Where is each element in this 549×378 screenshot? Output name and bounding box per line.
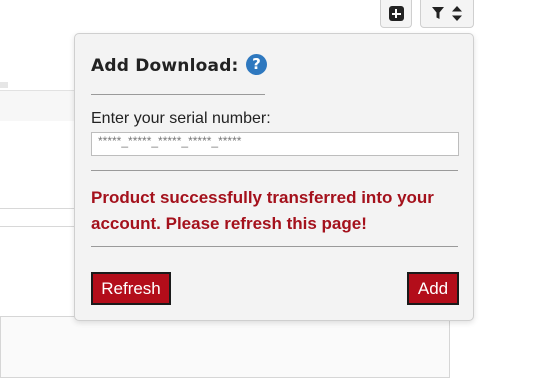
plus-square-icon bbox=[388, 6, 404, 21]
refresh-button[interactable]: Refresh bbox=[91, 272, 171, 305]
section-divider bbox=[91, 170, 458, 171]
filter-sort-button[interactable] bbox=[420, 0, 474, 28]
background-panel bbox=[0, 90, 80, 121]
background-content-box bbox=[0, 316, 450, 378]
sort-icon bbox=[452, 6, 462, 21]
background-divider bbox=[0, 208, 80, 209]
title-divider bbox=[91, 94, 265, 95]
help-icon[interactable]: ? bbox=[246, 54, 267, 75]
serial-number-label: Enter your serial number: bbox=[91, 110, 271, 127]
add-button[interactable]: Add bbox=[407, 272, 459, 305]
background-strip bbox=[0, 82, 8, 88]
serial-number-input[interactable] bbox=[91, 132, 459, 156]
section-divider bbox=[91, 246, 458, 247]
add-download-popover: Add Download: ? Enter your serial number… bbox=[74, 33, 474, 321]
background-divider bbox=[0, 226, 80, 227]
popover-title: Add Download: bbox=[91, 56, 239, 76]
success-message: Product successfully transferred into yo… bbox=[91, 188, 434, 233]
filter-icon bbox=[432, 7, 444, 19]
add-download-button[interactable] bbox=[380, 0, 412, 28]
